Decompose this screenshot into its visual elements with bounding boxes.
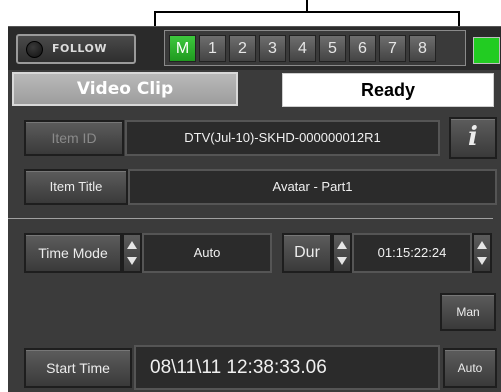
main-panel	[8, 70, 501, 392]
video-clip-button[interactable]: Video Clip	[12, 72, 238, 106]
top-control-bar: FOLLOW M 1 2 3 4 5 6 7 8	[8, 26, 501, 70]
status-indicator-icon	[473, 37, 500, 64]
time-mode-button[interactable]: Time Mode	[24, 233, 122, 273]
item-id-button[interactable]: Item ID	[24, 120, 124, 156]
start-time-field[interactable]: 08\11\11 12:38:33.06	[134, 345, 440, 390]
spin-up-icon	[127, 241, 137, 249]
duration-spinner-left[interactable]	[332, 233, 352, 273]
start-time-button[interactable]: Start Time	[24, 348, 132, 388]
item-title-button[interactable]: Item Title	[24, 169, 128, 205]
follow-button[interactable]: FOLLOW	[16, 34, 136, 64]
channel-button-3[interactable]: 3	[259, 35, 286, 62]
spin-down-icon	[337, 257, 347, 265]
spin-up-icon	[477, 241, 487, 249]
time-mode-spinner[interactable]	[122, 233, 142, 273]
item-id-field[interactable]: DTV(Jul-10)-SKHD-000000012R1	[125, 120, 440, 156]
info-icon: i	[468, 122, 478, 152]
channel-button-7[interactable]: 7	[379, 35, 406, 62]
channel-button-4[interactable]: 4	[289, 35, 316, 62]
status-display: Ready	[282, 73, 494, 107]
info-button[interactable]: i	[449, 117, 497, 159]
channel-button-5[interactable]: 5	[319, 35, 346, 62]
section-divider	[8, 218, 493, 219]
channel-button-1[interactable]: 1	[199, 35, 226, 62]
duration-spinner-right[interactable]	[472, 233, 492, 273]
channel-button-8[interactable]: 8	[409, 35, 436, 62]
duration-field[interactable]: 01:15:22:24	[352, 233, 472, 273]
follow-indicator-icon	[26, 41, 43, 58]
time-mode-field[interactable]: Auto	[142, 233, 272, 273]
manual-button[interactable]: Man	[440, 293, 496, 331]
channel-selector: M 1 2 3 4 5 6 7 8	[164, 30, 466, 66]
spin-down-icon	[127, 257, 137, 265]
channel-button-2[interactable]: 2	[229, 35, 256, 62]
follow-label: FOLLOW	[52, 42, 107, 55]
duration-button[interactable]: Dur	[282, 233, 332, 273]
spin-down-icon	[477, 257, 487, 265]
spin-up-icon	[337, 241, 347, 249]
item-title-field[interactable]: Avatar - Part1	[128, 169, 497, 205]
auto-button[interactable]: Auto	[443, 348, 497, 388]
channel-button-m[interactable]: M	[169, 35, 196, 62]
channel-button-6[interactable]: 6	[349, 35, 376, 62]
